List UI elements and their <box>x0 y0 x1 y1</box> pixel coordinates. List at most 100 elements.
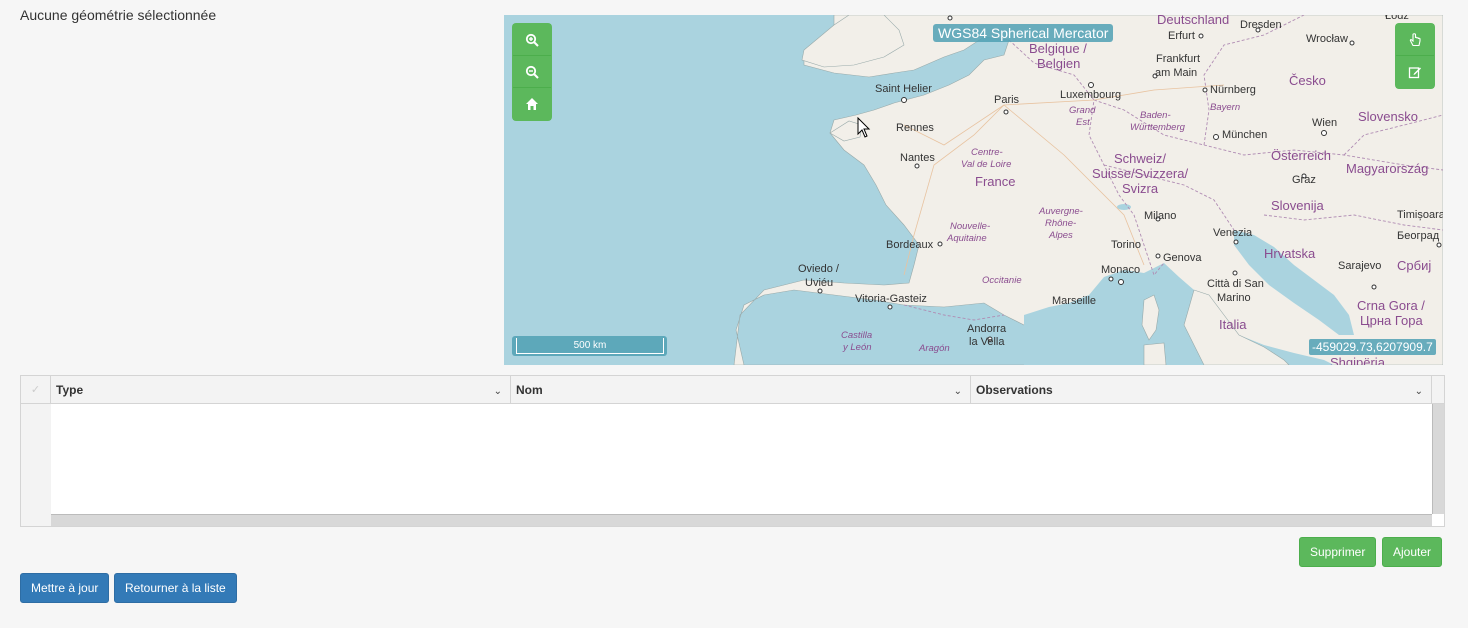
zoom-in-button[interactable] <box>513 24 551 56</box>
grid-vertical-scrollbar[interactable] <box>1432 404 1444 514</box>
map-label-frankfurt-2: am Main <box>1155 67 1198 79</box>
column-header-type-label: Type <box>56 383 84 397</box>
column-header-type[interactable]: Type ⌄ <box>51 376 511 404</box>
map-label-srbija: Србиј <box>1397 258 1432 273</box>
grid-body <box>51 404 1432 514</box>
map-label-andorra-2: la Vella <box>969 336 1005 348</box>
map-label-grand-2: Est <box>1076 117 1090 128</box>
map-label-rennes: Rennes <box>896 122 934 134</box>
chevron-down-icon[interactable]: ⌄ <box>494 378 502 406</box>
map-label-france: France <box>975 174 1016 189</box>
home-button[interactable] <box>513 88 551 120</box>
hand-pointer-icon <box>1409 32 1421 46</box>
map-label-citta-2: Marino <box>1217 292 1251 304</box>
map-label-baden-1: Baden- <box>1140 110 1171 121</box>
map-label-timisoara: Timișoara <box>1397 209 1443 221</box>
home-icon <box>526 98 538 110</box>
check-icon: ✓ <box>30 384 41 396</box>
grid-horizontal-scrollbar[interactable] <box>51 514 1432 526</box>
zoom-controls <box>512 23 552 121</box>
map-label-bordeaux: Bordeaux <box>886 239 934 251</box>
map-label-cesko: Česko <box>1289 73 1326 88</box>
map-label-lodz: Łódź <box>1385 15 1409 22</box>
column-header-nom[interactable]: Nom ⌄ <box>511 376 971 404</box>
map-label-grand-1: Grand <box>1069 105 1096 116</box>
zoom-out-button[interactable] <box>513 56 551 88</box>
mouse-cursor-icon <box>857 117 871 138</box>
map-label-marseille: Marseille <box>1052 295 1097 307</box>
map-label-centre-2: Val de Loire <box>961 159 1012 170</box>
map-label-citta-1: Città di San <box>1207 278 1264 290</box>
map-label-luxembourg: Luxembourg <box>1060 89 1122 101</box>
basemap <box>733 15 1443 365</box>
grid-row-gutter <box>21 404 51 526</box>
map-label-graz: Graz <box>1292 174 1316 186</box>
map-label-erfurt: Erfurt <box>1168 30 1195 42</box>
projection-label: WGS84 Spherical Mercator <box>933 24 1114 42</box>
geometry-grid: ✓ Type ⌄ Nom ⌄ Observations ⌄ <box>20 375 1445 527</box>
map-label-munchen: München <box>1222 129 1268 141</box>
map-label-auvergne-2: Rhône- <box>1045 218 1077 229</box>
map-label-nurnberg: Nürnberg <box>1210 84 1256 96</box>
map-label-schweiz-2: Suisse/Svizzera/ <box>1092 166 1189 181</box>
select-all-checkbox[interactable]: ✓ <box>21 376 51 404</box>
delete-button[interactable]: Supprimer <box>1299 537 1377 567</box>
map-label-dresden: Dresden <box>1240 19 1282 31</box>
map-label-occitanie: Occitanie <box>982 275 1022 286</box>
scale-bar: 500 km <box>512 336 667 356</box>
map-label-shqiperia: Shqipëria <box>1330 355 1385 365</box>
update-button[interactable]: Mettre à jour <box>20 573 110 603</box>
map-label-belgien: Belgien <box>1037 56 1081 71</box>
edit-button[interactable] <box>1396 56 1434 88</box>
map-label-torino: Torino <box>1111 239 1141 251</box>
map-label-castilla-1: Castilla <box>841 330 873 341</box>
map-label-bayern: Bayern <box>1210 102 1241 113</box>
map-tools <box>1395 23 1435 89</box>
map-label-sarajevo: Sarajevo <box>1338 260 1382 272</box>
map-label-slovenija: Slovenija <box>1271 198 1324 213</box>
zoom-in-icon <box>525 33 539 47</box>
map-label-slovensko: Slovensko <box>1358 109 1418 124</box>
column-header-observations[interactable]: Observations ⌄ <box>971 376 1432 404</box>
mouse-coordinates: -459029.73,6207909.7 <box>1309 339 1436 355</box>
map-label-deutschland: Deutschland <box>1157 15 1230 27</box>
map-label-oviedo-2: Uviéu <box>805 277 834 289</box>
map-label-schweiz-3: Svizra <box>1122 181 1159 196</box>
grid-header: ✓ Type ⌄ Nom ⌄ Observations ⌄ <box>21 376 1444 404</box>
map-label-paris: Paris <box>994 94 1020 106</box>
map-label-vitoria: Vitoria-Gasteiz <box>855 293 927 305</box>
chevron-down-icon[interactable]: ⌄ <box>1415 378 1423 406</box>
map-label-osterreich: Österreich <box>1271 148 1331 163</box>
column-header-observations-label: Observations <box>976 383 1053 397</box>
map-label-crna-gora-2: Црна Гора <box>1360 313 1423 328</box>
map-label-nouvelle-1: Nouvelle- <box>950 221 991 232</box>
map-label-auvergne-3: Alpes <box>1049 230 1073 241</box>
map-label-oviedo-1: Oviedo / <box>798 263 839 275</box>
map-label-wroclaw: Wrocław <box>1306 33 1348 45</box>
map-label-baden-2: Württemberg <box>1130 122 1185 133</box>
map-label-castilla-2: y León <box>843 342 872 353</box>
map-viewer[interactable]: Deutschland Belgique / Belgien Luxembour… <box>504 15 1443 365</box>
map-label-centre-1: Centre- <box>971 147 1003 158</box>
pan-button[interactable] <box>1396 24 1434 56</box>
map-label-andorra-1: Andorra <box>967 323 1007 335</box>
scale-label: 500 km <box>516 338 664 354</box>
map-label-magyarorszag: Magyarország <box>1346 161 1429 176</box>
map-label-schweiz-1: Schweiz/ <box>1114 151 1167 166</box>
map-label-auvergne-1: Auvergne- <box>1039 206 1083 217</box>
map-label-venezia: Venezia <box>1213 227 1253 239</box>
map-label-beograd: Београд <box>1397 230 1440 242</box>
map-label-saint-helier: Saint Helier <box>875 83 932 95</box>
map-label-italia: Italia <box>1219 317 1247 332</box>
zoom-out-icon <box>525 65 539 79</box>
map-label-crna-gora-1: Crna Gora / <box>1357 298 1425 313</box>
map-label-belgique: Belgique / <box>1029 41 1087 56</box>
chevron-down-icon[interactable]: ⌄ <box>954 378 962 406</box>
edit-icon <box>1408 67 1421 79</box>
column-header-nom-label: Nom <box>516 383 543 397</box>
map-label-genova: Genova <box>1163 252 1202 264</box>
map-label-wien: Wien <box>1312 117 1338 129</box>
add-button[interactable]: Ajouter <box>1382 537 1443 567</box>
back-to-list-button[interactable]: Retourner à la liste <box>114 573 237 603</box>
status-text: Aucune géométrie sélectionnée <box>20 7 217 23</box>
